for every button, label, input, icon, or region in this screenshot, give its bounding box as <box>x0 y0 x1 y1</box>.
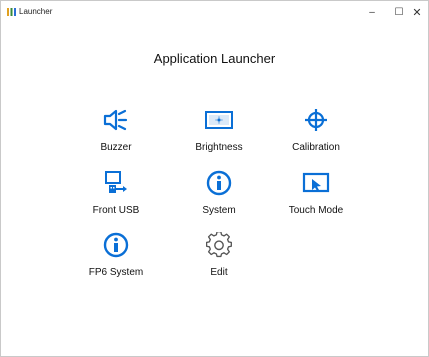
front-usb-label: Front USB <box>92 205 140 216</box>
gear-icon <box>164 230 274 260</box>
fp6-system-tile[interactable]: FP6 System <box>61 230 171 288</box>
window-title: Launcher <box>19 7 53 16</box>
edit-tile[interactable]: Edit <box>164 230 274 288</box>
page-title: Application Launcher <box>153 51 276 66</box>
title-bar[interactable]: Launcher – ☐ ✕ <box>1 1 428 23</box>
system-label: System <box>202 205 236 216</box>
calibration-label: Calibration <box>292 142 340 153</box>
crosshair-icon <box>261 105 371 135</box>
touch-mode-icon <box>261 168 371 198</box>
close-button[interactable]: ✕ <box>403 1 429 23</box>
buzzer-tile[interactable]: Buzzer <box>61 105 171 163</box>
edit-label: Edit <box>210 267 228 278</box>
calibration-tile[interactable]: Calibration <box>261 105 371 163</box>
usb-icon <box>61 168 171 198</box>
brightness-icon <box>164 105 274 135</box>
speaker-icon <box>61 105 171 135</box>
buzzer-label: Buzzer <box>100 142 132 153</box>
info-icon <box>61 230 171 260</box>
brightness-tile[interactable]: Brightness <box>164 105 274 163</box>
touch-mode-label: Touch Mode <box>288 205 344 216</box>
touch-mode-tile[interactable]: Touch Mode <box>261 168 371 226</box>
system-tile[interactable]: System <box>164 168 274 226</box>
brightness-label: Brightness <box>195 142 243 153</box>
launcher-window: Launcher – ☐ ✕ Application Launcher Buzz… <box>0 0 429 357</box>
front-usb-tile[interactable]: Front USB <box>61 168 171 226</box>
info-icon <box>164 168 274 198</box>
minimize-button[interactable]: – <box>358 1 386 23</box>
app-icon <box>7 8 16 16</box>
fp6-system-label: FP6 System <box>88 267 144 278</box>
